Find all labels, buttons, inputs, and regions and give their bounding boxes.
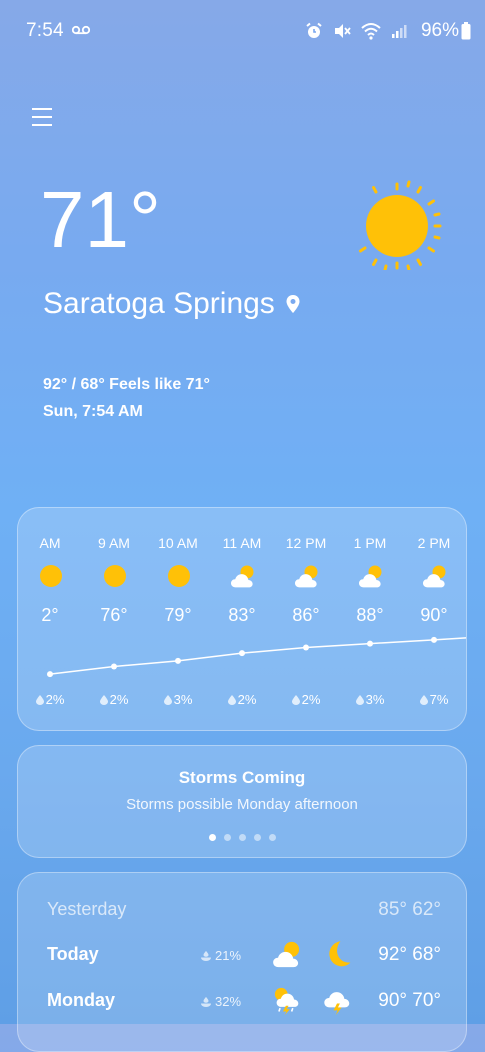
hourly-precipitation: 2% bbox=[82, 692, 146, 707]
precipitation-drop-icon bbox=[355, 695, 364, 705]
precipitation-drop-icon bbox=[291, 695, 300, 705]
partly-cloudy-icon bbox=[230, 563, 256, 589]
thunderstorm-sun-icon bbox=[272, 985, 302, 1020]
hourly-temperature: 79° bbox=[164, 605, 192, 625]
daily-day-name: Yesterday bbox=[47, 899, 127, 919]
hourly-precipitation: 3% bbox=[146, 692, 210, 707]
daily-forecast-card[interactable]: Yesterday 85° 62° Today 21% 92° 68° Monday 32%… bbox=[17, 872, 467, 1052]
hourly-time: AM bbox=[39, 535, 61, 551]
trend-point bbox=[47, 671, 53, 678]
status-icons bbox=[305, 22, 407, 40]
hourly-time: 2 PM bbox=[417, 535, 451, 551]
battery-icon bbox=[461, 22, 471, 40]
hourly-precipitation: 2% bbox=[18, 692, 82, 707]
trend-point bbox=[303, 644, 309, 651]
signal-icon bbox=[392, 25, 407, 38]
daily-day-name: Monday bbox=[47, 990, 116, 1010]
moon-icon bbox=[322, 939, 352, 974]
daily-high-low: 92° 68° bbox=[378, 944, 441, 965]
daily-high-low: 85° 62° bbox=[378, 899, 441, 920]
daily-day-name: Today bbox=[47, 944, 99, 964]
sun-icon bbox=[102, 563, 128, 589]
sun-icon bbox=[359, 180, 442, 270]
hourly-time: 11 AM bbox=[222, 535, 262, 551]
battery-percent: 96% bbox=[420, 20, 459, 41]
daily-row[interactable]: Yesterday 85° 62° bbox=[18, 891, 468, 927]
daily-row[interactable]: Today 21% 92° 68° bbox=[18, 936, 468, 972]
hourly-temperature: 83° bbox=[228, 605, 256, 625]
precipitation-drop-icon bbox=[227, 695, 236, 705]
hourly-time: 10 AM bbox=[158, 535, 198, 551]
location[interactable]: Saratoga Springs bbox=[43, 287, 301, 321]
trend-point bbox=[239, 650, 245, 657]
page-dot[interactable] bbox=[208, 834, 216, 841]
daily-row[interactable]: Monday 32% 90° 70° bbox=[18, 982, 468, 1018]
hourly-time: 9 AM bbox=[98, 535, 130, 551]
alarm-icon bbox=[306, 22, 322, 38]
page-dot[interactable] bbox=[223, 834, 231, 841]
page-dot[interactable] bbox=[268, 834, 276, 841]
voicemail-icon bbox=[72, 25, 90, 35]
daily-high-low: 90° 70° bbox=[378, 990, 441, 1011]
hourly-temperature: 76° bbox=[100, 605, 128, 625]
precipitation-bowl-icon bbox=[201, 951, 211, 961]
hourly-temperature: 90° bbox=[420, 605, 448, 625]
hourly-precipitation: 7% bbox=[402, 692, 466, 707]
status-time: 7:54 bbox=[26, 20, 64, 41]
hourly-precipitation: 2% bbox=[210, 692, 274, 707]
thunderstorm-icon bbox=[322, 985, 352, 1020]
alert-title: Storms Coming bbox=[178, 768, 306, 787]
page-dot[interactable] bbox=[238, 834, 246, 841]
precipitation-drop-icon bbox=[163, 695, 172, 705]
hourly-temperature: 86° bbox=[292, 605, 320, 625]
location-name: Saratoga Springs bbox=[43, 287, 275, 320]
daily-precipitation: 21% bbox=[200, 948, 241, 963]
trend-point bbox=[111, 663, 117, 670]
current-temperature: 71° bbox=[40, 175, 161, 264]
hi-lo-feels-like: 92° / 68° Feels like 71° bbox=[43, 376, 210, 393]
wifi-icon bbox=[361, 23, 381, 40]
sun-icon bbox=[38, 563, 64, 589]
trend-point bbox=[175, 657, 181, 664]
location-pin-icon bbox=[286, 295, 300, 313]
partly-cloudy-icon bbox=[294, 563, 320, 589]
sun-icon bbox=[166, 563, 192, 589]
alert-page-indicator bbox=[18, 834, 466, 841]
partly-cloudy-icon bbox=[272, 939, 302, 974]
hourly-temperature: 2° bbox=[41, 605, 59, 625]
partly-cloudy-icon bbox=[358, 563, 384, 589]
partly-cloudy-icon bbox=[422, 563, 448, 589]
hourly-time: 1 PM bbox=[353, 535, 387, 551]
hourly-forecast-card[interactable]: AM 2° 2% 9 AM 76° 2% 10 AM 79° 3% 11 AM 83° 2% 12 PM… bbox=[17, 507, 467, 731]
daily-precipitation: 32% bbox=[200, 994, 241, 1009]
hourly-precipitation: 3% bbox=[338, 692, 402, 707]
storm-alert-card[interactable]: Storms Coming Storms possible Monday aft… bbox=[17, 745, 467, 858]
alert-description: Storms possible Monday afternoon bbox=[126, 796, 358, 813]
precipitation-drop-icon bbox=[419, 695, 428, 705]
trend-point bbox=[367, 640, 373, 647]
status-bar: 7:54 96% bbox=[0, 0, 485, 60]
precipitation-drop-icon bbox=[99, 695, 108, 705]
hourly-precipitation: 2% bbox=[274, 692, 338, 707]
hourly-forecast-scroller[interactable]: AM 2° 2% 9 AM 76° 2% 10 AM 79° 3% 11 AM 83° 2% 12 PM… bbox=[18, 508, 466, 730]
precipitation-drop-icon bbox=[35, 695, 44, 705]
trend-point bbox=[431, 636, 437, 643]
hourly-temperature: 88° bbox=[356, 605, 384, 625]
current-datetime: Sun, 7:54 AM bbox=[43, 403, 143, 420]
mute-icon bbox=[335, 24, 351, 38]
page-dot[interactable] bbox=[253, 834, 261, 841]
hourly-time: 12 PM bbox=[285, 535, 327, 551]
precipitation-bowl-icon bbox=[201, 997, 211, 1007]
menu-icon[interactable] bbox=[30, 105, 54, 129]
